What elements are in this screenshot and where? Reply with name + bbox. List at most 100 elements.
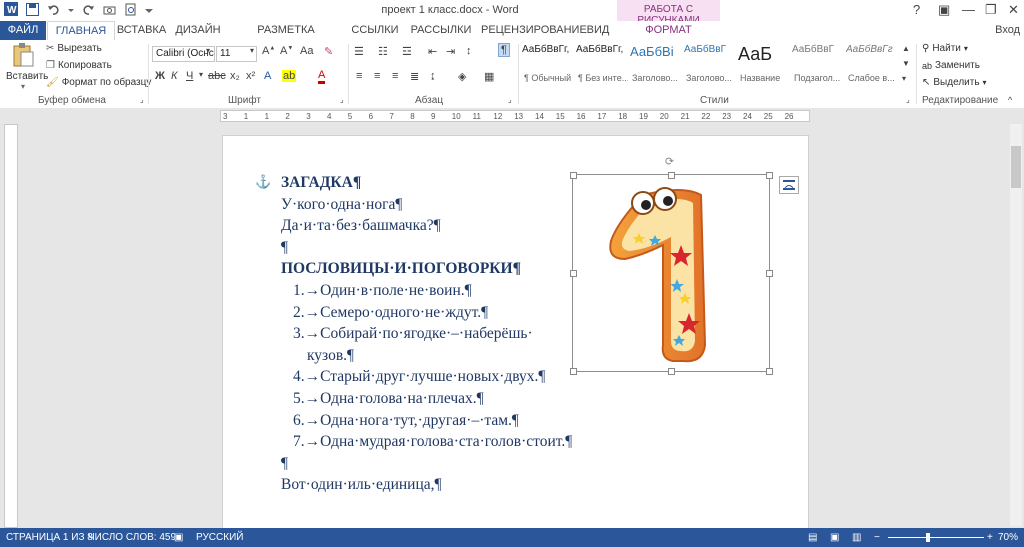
tab-layout[interactable]: РАЗМЕТКА СТРАНИЦЫ (231, 21, 341, 55)
tab-home[interactable]: ГЛАВНАЯ (47, 21, 115, 42)
copy-button[interactable]: ❐ Копировать (46, 60, 112, 71)
style-heading-1[interactable]: АаБбВі Заголово... (630, 44, 682, 88)
document-line[interactable]: 4.→Старый·друг·лучше·новых·двух.¶ (293, 368, 545, 386)
ruler-bar[interactable]: 3 1 1 2 3 4 5 6 7 8 9 10 11 12 13 14 15 16 17 18 19 20 21 22 23 2… (220, 110, 810, 122)
highlight-icon[interactable]: ab (282, 70, 297, 82)
document-line[interactable]: 1.→Один·в·поле·не·воин.¶ (293, 282, 472, 300)
clipboard-launcher-icon[interactable]: ⌟ (140, 95, 144, 104)
resize-handle[interactable] (570, 368, 577, 375)
document-line[interactable]: 5.→Одна·голова·на·плечах.¶ (293, 390, 484, 408)
tab-file[interactable]: ФАЙЛ (0, 21, 46, 40)
clear-format-icon[interactable]: ✎ (324, 45, 333, 58)
resize-handle[interactable] (766, 270, 773, 277)
tab-format[interactable]: ФОРМАТ (617, 21, 720, 40)
zoom-level[interactable]: 70% (998, 532, 1018, 543)
word-count[interactable]: ЧИСЛО СЛОВ: 459 (88, 532, 176, 543)
font-size-dropdown-icon[interactable]: ▾ (250, 46, 254, 55)
document-page[interactable]: ⚓ ЗАГАДКА¶ У·кого·одна·нога¶ Да·и·та·без·б… (222, 135, 809, 529)
restore-icon[interactable]: ❐ (985, 2, 997, 18)
document-line[interactable]: 3.→Собирай·по·ягодке·–·наберёшь· (293, 325, 533, 343)
document-line[interactable]: У·кого·одна·нога¶ (281, 196, 402, 214)
grow-font-icon[interactable]: A▲ (262, 45, 275, 57)
line-spacing-icon[interactable]: ↨ (430, 70, 436, 82)
proofing-icon[interactable]: ▣ (174, 532, 183, 543)
sort-icon[interactable]: ↕ (466, 45, 472, 57)
borders-icon[interactable]: ▦ (484, 70, 494, 83)
format-painter-button[interactable]: 🖌 Формат по образцу (46, 77, 151, 88)
cut-button[interactable]: ✂ Вырезать (46, 43, 102, 54)
change-case-icon[interactable]: Aa (300, 45, 313, 57)
find-button[interactable]: ⚲ Найти ▾ (922, 43, 968, 54)
zoom-in-icon[interactable]: + (987, 532, 993, 543)
selected-picture[interactable]: ⟳ (570, 156, 773, 375)
rotate-handle-icon[interactable]: ⟳ (665, 155, 674, 168)
resize-handle[interactable] (668, 368, 675, 375)
superscript-icon[interactable]: x² (246, 70, 255, 82)
resize-handle[interactable] (766, 368, 773, 375)
style-subtle-emphasis[interactable]: АаБбВвГг Слабое в... (846, 44, 898, 88)
resize-handle[interactable] (570, 172, 577, 179)
minimize-icon[interactable]: — (962, 2, 975, 17)
help-icon[interactable]: ? (913, 2, 920, 17)
align-left-icon[interactable]: ≡ (356, 70, 362, 82)
replace-button[interactable]: ab Заменить (922, 60, 980, 71)
styles-scroll-down-icon[interactable]: ▼ (902, 59, 910, 68)
collapse-ribbon-icon[interactable]: ^ (1008, 95, 1012, 105)
paste-dropdown-icon[interactable]: ▾ (6, 82, 40, 91)
document-line[interactable]: Да·и·та·без·башмачка?¶ (281, 217, 441, 235)
decrease-indent-icon[interactable]: ⇤ (428, 45, 437, 58)
layout-options-button[interactable] (779, 176, 799, 194)
italic-icon[interactable]: К (171, 70, 177, 82)
tab-insert[interactable]: ВСТАВКА (114, 21, 169, 40)
styles-launcher-icon[interactable]: ⌟ (906, 95, 910, 104)
tab-review[interactable]: РЕЦЕНЗИРОВАНИЕ (481, 21, 587, 40)
zoom-out-icon[interactable]: − (874, 532, 880, 543)
document-line[interactable]: 7.→Одна·мудрая·голова·ста·голов·стоит.¶ (293, 433, 572, 451)
document-line[interactable]: 2.→Семеро·одного·не·ждут.¶ (293, 304, 488, 322)
show-marks-icon[interactable]: ¶ (498, 43, 510, 57)
resize-handle[interactable] (766, 172, 773, 179)
ribbon-display-icon[interactable]: ▣ (938, 2, 950, 18)
scrollbar-thumb[interactable] (1011, 146, 1021, 188)
select-button[interactable]: ↖ Выделить ▾ (922, 77, 987, 88)
sign-in-link[interactable]: Вход (995, 21, 1020, 40)
paste-button[interactable]: Вставить ▾ (6, 42, 48, 91)
styles-more-icon[interactable]: ▾ (902, 74, 906, 83)
font-name-dropdown-icon[interactable]: ▾ (206, 46, 210, 55)
justify-icon[interactable]: ≣ (410, 70, 419, 83)
document-line[interactable]: 6.→Одна·нога·тут,·другая·–·там.¶ (293, 412, 519, 430)
read-mode-icon[interactable]: ▤ (808, 532, 817, 543)
shading-icon[interactable]: ◈ (458, 70, 466, 83)
zoom-slider[interactable] (888, 537, 984, 538)
paragraph-launcher-icon[interactable]: ⌟ (508, 95, 512, 104)
font-color-icon[interactable]: A (318, 70, 326, 84)
document-line[interactable]: кузов.¶ (307, 347, 354, 365)
language-indicator[interactable]: РУССКИЙ (196, 532, 243, 543)
shrink-font-icon[interactable]: A▼ (280, 45, 293, 57)
close-icon[interactable]: ✕ (1008, 2, 1019, 18)
print-layout-icon[interactable]: ▣ (830, 532, 839, 543)
increase-indent-icon[interactable]: ⇥ (446, 45, 455, 58)
underline-icon[interactable]: Ч (186, 70, 193, 82)
document-line[interactable]: ЗАГАДКА¶ (281, 174, 361, 192)
tab-mailings[interactable]: РАССЫЛКИ (408, 21, 474, 40)
document-line[interactable]: ¶ (281, 455, 288, 473)
strikethrough-icon[interactable]: abc (208, 70, 226, 82)
font-launcher-icon[interactable]: ⌟ (340, 95, 344, 104)
web-layout-icon[interactable]: ▥ (852, 532, 861, 543)
subscript-icon[interactable]: x₂ (230, 70, 240, 82)
page-count[interactable]: СТРАНИЦА 1 ИЗ 8 (6, 532, 93, 543)
align-center-icon[interactable]: ≡ (374, 70, 380, 82)
style-subtitle[interactable]: АаБбВвГ Подзагол... (792, 44, 844, 88)
bullets-icon[interactable]: ☰ (354, 45, 364, 58)
styles-scroll-up-icon[interactable]: ▲ (902, 44, 910, 53)
tab-view[interactable]: ВИД (585, 21, 611, 40)
style-normal[interactable]: АаБбВвГг, ¶ Обычный (522, 44, 574, 88)
resize-handle[interactable] (570, 270, 577, 277)
tab-design[interactable]: ДИЗАЙН (172, 21, 224, 40)
resize-handle[interactable] (668, 172, 675, 179)
style-no-spacing[interactable]: АаБбВвГг, ¶ Без инте... (576, 44, 628, 88)
vertical-scrollbar[interactable] (1010, 124, 1022, 526)
align-right-icon[interactable]: ≡ (392, 70, 398, 82)
zoom-slider-thumb[interactable] (926, 533, 930, 542)
